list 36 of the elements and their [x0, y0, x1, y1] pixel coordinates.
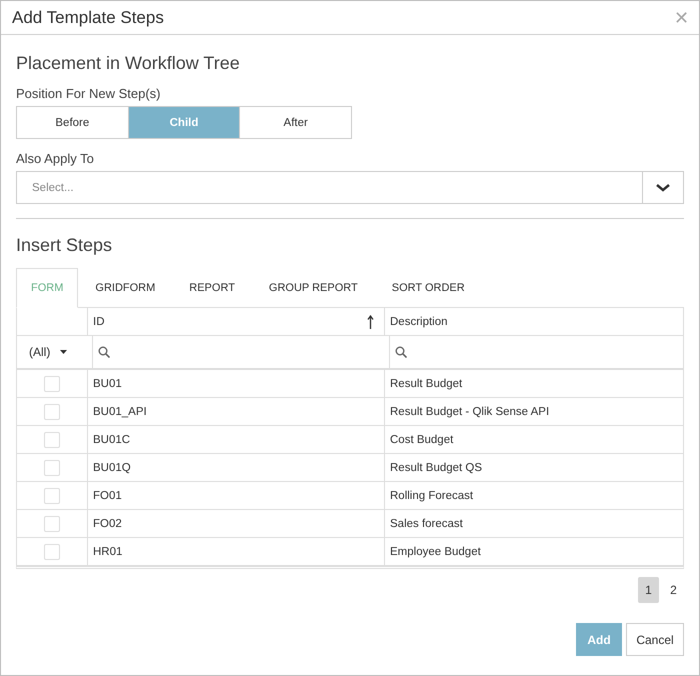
sort-arrow-icon[interactable] — [367, 314, 374, 328]
column-header[interactable]: Description — [385, 308, 683, 335]
table-cell-text: Cost Budget — [389, 432, 454, 448]
table-cell-text: Employee Budget — [389, 544, 482, 560]
table-cell: BU01 — [88, 370, 385, 397]
row-checkbox[interactable] — [44, 488, 60, 504]
page-button[interactable]: 1 — [638, 577, 659, 603]
table-cell: BU01_API — [88, 398, 385, 425]
row-checkbox[interactable] — [44, 404, 60, 420]
dialog-title: Add Template Steps — [12, 8, 164, 28]
table-cell-text: Result Budget QS — [389, 460, 484, 476]
table-cell: BU01Q — [88, 454, 385, 481]
row-checkbox[interactable] — [44, 460, 60, 476]
row-checkbox[interactable] — [44, 516, 60, 532]
page-button[interactable]: 2 — [663, 577, 684, 603]
row-checkbox[interactable] — [44, 376, 60, 392]
search-icon[interactable] — [98, 346, 110, 358]
field-label: Position For New Step(s) — [16, 86, 162, 101]
cancel-button[interactable]: Cancel — [626, 623, 684, 656]
table-cell: HR01 — [88, 538, 385, 565]
table-cell: BU01C — [88, 426, 385, 453]
search-icon[interactable] — [395, 346, 407, 358]
field-label: Also Apply To — [16, 151, 95, 166]
caret-down-icon[interactable] — [60, 350, 68, 354]
row-checkbox[interactable] — [44, 432, 60, 448]
table-cell-text: Result Budget - Qlik Sense API — [389, 404, 550, 420]
table-cell: FO01 — [88, 482, 385, 509]
section-heading: Placement in Workflow Tree — [16, 53, 241, 74]
row-checkbox[interactable] — [44, 544, 60, 560]
table-cell: FO02 — [88, 510, 385, 537]
table-cell-text: Rolling Forecast — [389, 488, 474, 504]
table-cell-text: Result Budget — [389, 376, 464, 392]
filter-dropdown[interactable]: (All) — [22, 345, 68, 359]
table-cell-text: Sales forecast — [389, 516, 464, 532]
column-header[interactable]: ID — [88, 308, 385, 335]
section-heading: Insert Steps — [16, 235, 114, 256]
